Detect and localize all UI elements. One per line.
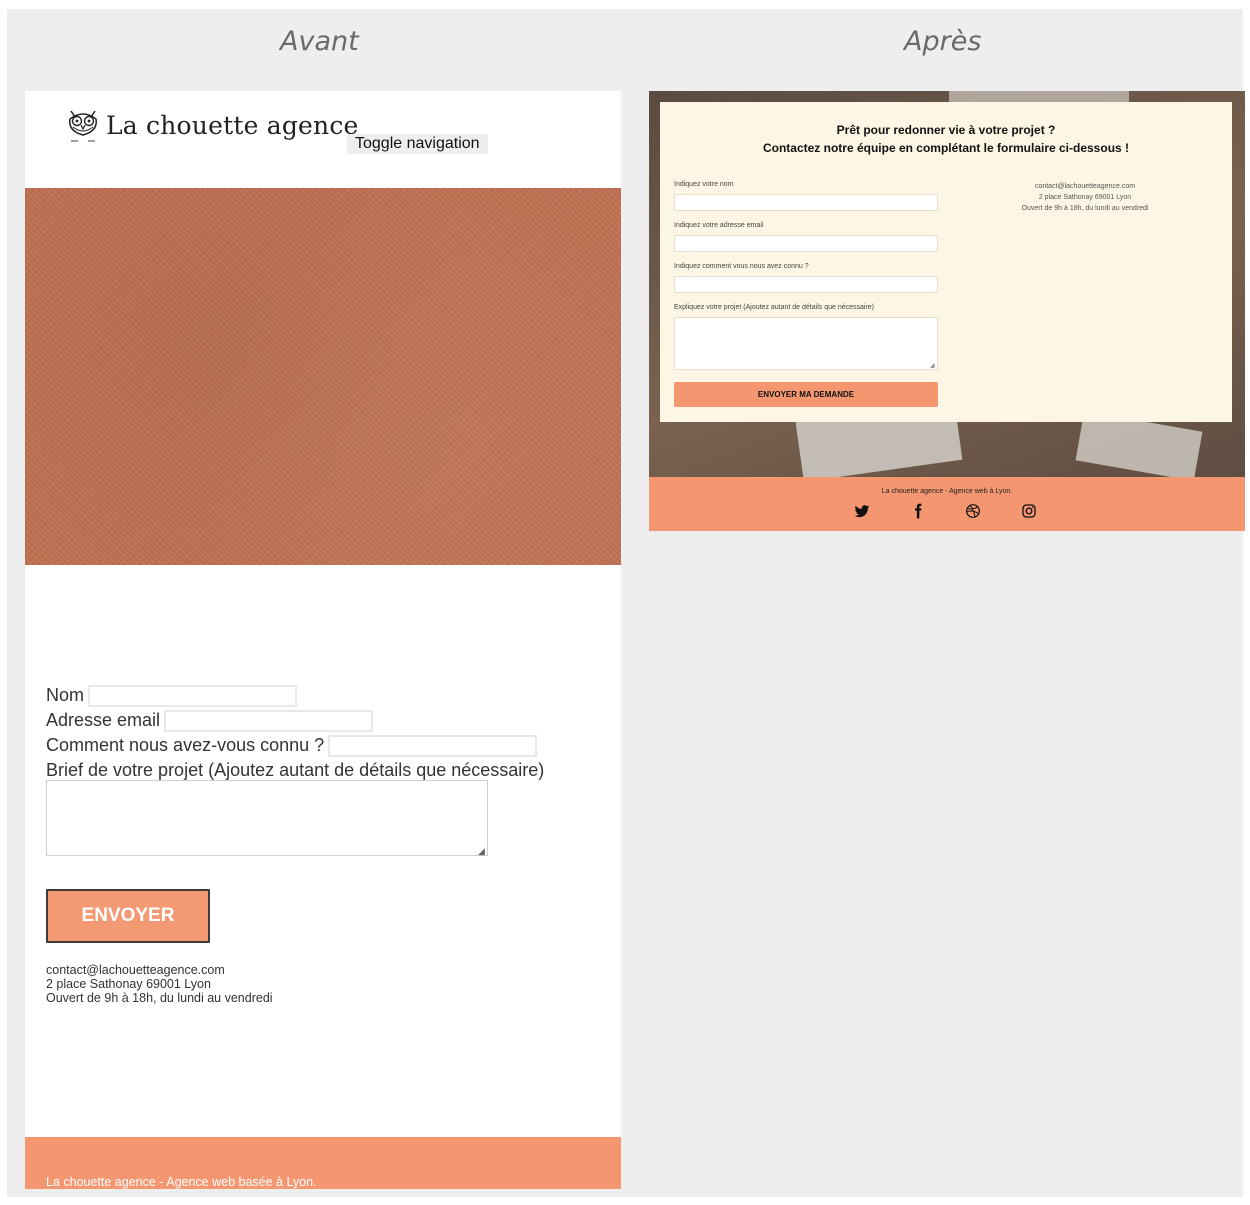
name-input[interactable] [674, 194, 938, 211]
contact-form-old: Nom Adresse email Comment nous avez-vous… [46, 683, 544, 783]
footer: La chouette agence - Agence web à Lyon. [649, 477, 1245, 531]
submit-request-button[interactable]: ENVOYER MA DEMANDE [674, 382, 938, 407]
twitter-icon[interactable] [854, 503, 870, 519]
resize-grip-icon[interactable]: ◢ [478, 846, 485, 857]
footer: La chouette agence - Agence web basée à … [25, 1137, 621, 1189]
before-page-screenshot: La chouette agence Toggle navigation Nom… [25, 91, 621, 1189]
source-label: Comment nous avez-vous connu ? [46, 735, 325, 755]
email-input[interactable] [164, 709, 374, 732]
resize-grip-icon[interactable]: ◢ [930, 362, 935, 369]
contact-info: contact@lachouetteagence.com 2 place Sat… [990, 181, 1180, 214]
brief-textarea[interactable] [46, 780, 488, 856]
brief-label: Expliquez votre projet (Ajoutez autant d… [674, 304, 875, 311]
source-input[interactable] [674, 276, 938, 293]
card-title-line-2: Contactez notre équipe en complétant le … [762, 141, 1130, 155]
caption-before: Avant [280, 26, 359, 57]
logo-text: La chouette agence [106, 110, 359, 140]
submit-button[interactable]: ENVOYER [46, 889, 210, 943]
source-input[interactable] [328, 734, 538, 757]
name-label: Indiquez votre nom [674, 181, 734, 188]
caption-after: Après [904, 26, 982, 57]
footer-text: La chouette agence - Agence web à Lyon. [881, 488, 1013, 495]
logo[interactable]: La chouette agence [65, 105, 359, 145]
brief-label: Brief de votre projet (Ajoutez autant de… [46, 760, 545, 780]
contact-address: 2 place Sathonay 69001 Lyon [46, 977, 211, 991]
toggle-navigation-button[interactable]: Toggle navigation [347, 134, 488, 154]
brief-textarea[interactable] [674, 317, 938, 370]
contact-email: contact@lachouetteagence.com [1034, 183, 1136, 190]
card-title-line-1: Prêt pour redonner vie à votre projet ? [836, 123, 1056, 137]
email-input[interactable] [674, 235, 938, 252]
dribbble-icon[interactable] [965, 503, 981, 519]
source-row: Comment nous avez-vous connu ? [46, 733, 544, 758]
email-label: Indiquez votre adresse email [674, 222, 764, 229]
contact-email: contact@lachouetteagence.com [46, 963, 225, 977]
instagram-icon[interactable] [1021, 503, 1037, 519]
contact-card: Prêt pour redonner vie à votre projet ? … [660, 102, 1232, 422]
email-label: Adresse email [46, 710, 161, 730]
contact-hours: Ouvert de 9h à 18h, du lundi au vendredi [1021, 205, 1149, 212]
card-title: Prêt pour redonner vie à votre projet ? … [660, 121, 1232, 157]
owl-icon [69, 110, 97, 142]
hero-banner [25, 188, 621, 565]
contact-info: contact@lachouetteagence.com 2 place Sat… [46, 963, 273, 1005]
name-label: Nom [46, 685, 85, 705]
name-row: Nom [46, 683, 544, 708]
after-page-screenshot: Prêt pour redonner vie à votre projet ? … [649, 91, 1245, 531]
footer-text: La chouette agence - Agence web basée à … [46, 1175, 317, 1189]
contact-hours: Ouvert de 9h à 18h, du lundi au vendredi [46, 991, 273, 1005]
source-label: Indiquez comment vous nous avez connu ? [674, 263, 809, 270]
email-row: Adresse email [46, 708, 544, 733]
name-input[interactable] [88, 684, 298, 707]
facebook-icon[interactable] [910, 503, 926, 519]
contact-address: 2 place Sathonay 69001 Lyon [1038, 194, 1132, 201]
